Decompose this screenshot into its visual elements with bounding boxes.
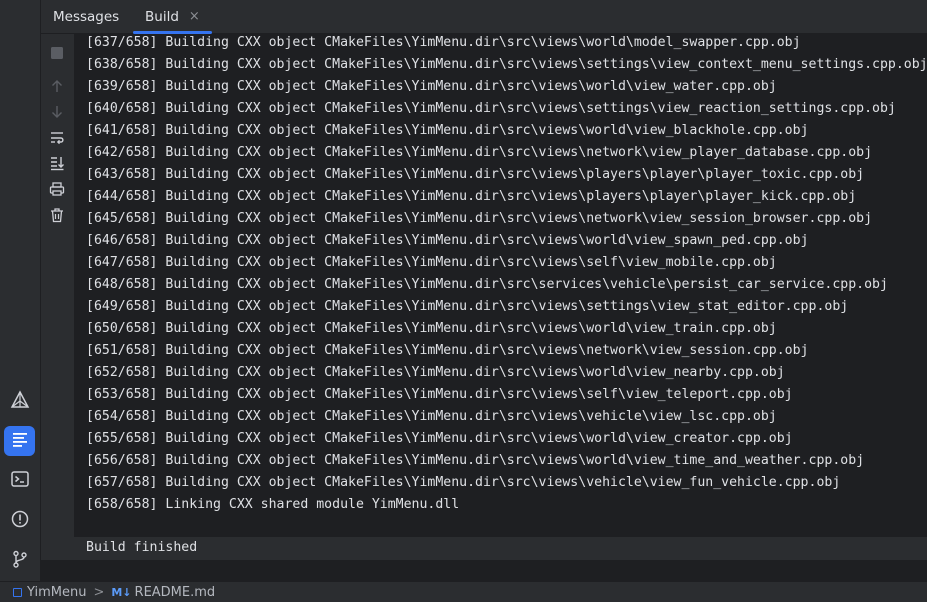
- breadcrumb-separator: >: [93, 584, 105, 600]
- log-line: [640/658] Building CXX object CMakeFiles…: [86, 101, 896, 116]
- log-line: [648/658] Building CXX object CMakeFiles…: [86, 277, 888, 292]
- build-status-text: Build finished: [86, 540, 198, 555]
- log-line: [639/658] Building CXX object CMakeFiles…: [86, 79, 777, 94]
- next-occurrence-button[interactable]: [47, 103, 67, 123]
- tab-build[interactable]: Build ×: [133, 0, 212, 34]
- soft-wrap-icon: [49, 130, 65, 150]
- log-line: [637/658] Building CXX object CMakeFiles…: [86, 35, 801, 50]
- build-status-panel: Build finished: [74, 537, 927, 560]
- log-line: [638/658] Building CXX object CMakeFiles…: [86, 57, 927, 72]
- build-icon: [11, 430, 29, 452]
- build-output-console[interactable]: [637/658] Building CXX object CMakeFiles…: [74, 34, 927, 536]
- git-icon: [10, 549, 30, 573]
- breadcrumb-file[interactable]: README.md: [135, 585, 216, 600]
- scroll-to-end-icon: [49, 155, 65, 175]
- log-line: [657/658] Building CXX object CMakeFiles…: [86, 475, 841, 490]
- log-line: [643/658] Building CXX object CMakeFiles…: [86, 167, 865, 182]
- soft-wrap-button[interactable]: [47, 130, 67, 150]
- log-line: [649/658] Building CXX object CMakeFiles…: [86, 299, 849, 314]
- git-tool-button[interactable]: [4, 546, 35, 576]
- cmake-tool-button[interactable]: [4, 387, 35, 417]
- log-line: [645/658] Building CXX object CMakeFiles…: [86, 211, 873, 226]
- tab-build-label: Build: [145, 8, 179, 25]
- log-line: [658/658] Linking CXX shared module YimM…: [86, 497, 460, 512]
- trash-icon: [49, 207, 65, 227]
- clear-all-button[interactable]: [47, 207, 67, 227]
- print-button[interactable]: [47, 181, 67, 201]
- breadcrumb: YimMenu > M↓ README.md: [13, 585, 215, 600]
- build-side-toolbar: [41, 34, 74, 581]
- log-line: [652/658] Building CXX object CMakeFiles…: [86, 365, 785, 380]
- previous-occurrence-button[interactable]: [47, 77, 67, 97]
- scroll-to-end-button[interactable]: [47, 155, 67, 175]
- markdown-file-icon: M↓: [111, 585, 132, 599]
- empty-area: [41, 560, 927, 581]
- log-line: [642/658] Building CXX object CMakeFiles…: [86, 145, 873, 160]
- up-arrow-icon: [50, 78, 64, 97]
- print-icon: [49, 181, 65, 201]
- breadcrumb-project[interactable]: YimMenu: [27, 585, 86, 600]
- tab-messages[interactable]: Messages: [53, 0, 119, 33]
- close-tab-icon[interactable]: ×: [189, 9, 200, 24]
- log-line: [644/658] Building CXX object CMakeFiles…: [86, 189, 857, 204]
- tab-messages-label: Messages: [53, 8, 120, 25]
- terminal-tool-button[interactable]: [4, 466, 35, 496]
- tool-window-tabbar: Messages Build ×: [41, 0, 927, 34]
- project-icon: [13, 587, 22, 597]
- log-line: [654/658] Building CXX object CMakeFiles…: [86, 409, 777, 424]
- cmake-icon: [10, 390, 30, 414]
- log-line: [655/658] Building CXX object CMakeFiles…: [86, 431, 793, 446]
- status-bar: YimMenu > M↓ README.md: [0, 581, 927, 602]
- log-line: [647/658] Building CXX object CMakeFiles…: [86, 255, 777, 270]
- log-line: [646/658] Building CXX object CMakeFiles…: [86, 233, 809, 248]
- stop-icon: [50, 45, 64, 64]
- build-tool-button[interactable]: [4, 426, 35, 456]
- left-tool-strip: [0, 0, 41, 581]
- log-line: [651/658] Building CXX object CMakeFiles…: [86, 343, 809, 358]
- log-line: [656/658] Building CXX object CMakeFiles…: [86, 453, 865, 468]
- log-line: [653/658] Building CXX object CMakeFiles…: [86, 387, 793, 402]
- log-line: [641/658] Building CXX object CMakeFiles…: [86, 123, 809, 138]
- down-arrow-icon: [50, 104, 64, 123]
- problems-icon: [10, 509, 30, 533]
- stop-button[interactable]: [47, 44, 67, 64]
- problems-tool-button[interactable]: [4, 506, 35, 536]
- log-line: [650/658] Building CXX object CMakeFiles…: [86, 321, 777, 336]
- terminal-icon: [10, 469, 30, 493]
